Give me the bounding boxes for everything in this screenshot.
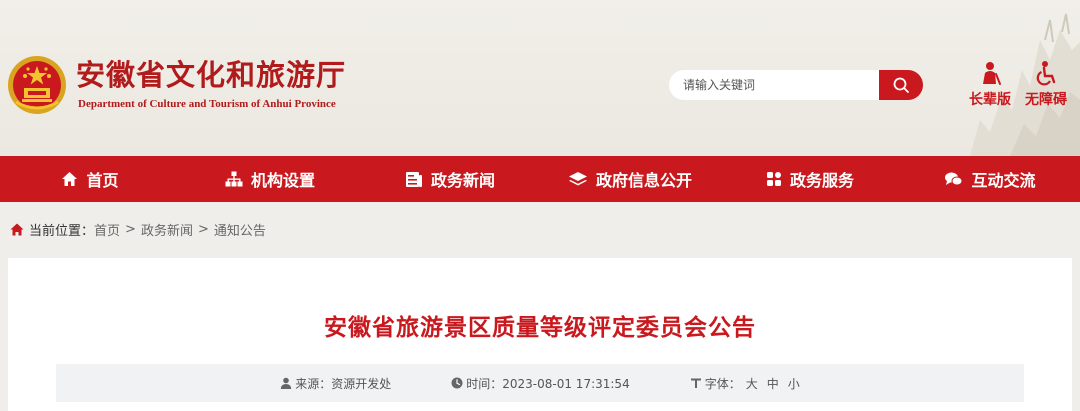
search-box xyxy=(669,70,923,100)
wheelchair-icon xyxy=(1036,61,1056,86)
site-header: 安徽省文化和旅游厅 Department of Culture and Tour… xyxy=(0,0,1080,156)
elder-mode-button[interactable]: 长辈版 xyxy=(960,60,1020,109)
breadcrumb-item-news[interactable]: 政务新闻 xyxy=(141,220,193,239)
clock-icon xyxy=(451,377,463,389)
news-icon xyxy=(405,171,422,187)
accessibility-button[interactable]: 无障碍 xyxy=(1016,60,1076,109)
search-icon xyxy=(893,77,909,93)
nav-item-label: 机构设置 xyxy=(250,171,315,190)
article-source: 来源：资源开发处 xyxy=(280,375,391,392)
home-icon xyxy=(62,172,78,186)
nav-item-label: 政府信息公开 xyxy=(595,171,692,190)
search-button[interactable] xyxy=(879,70,923,100)
nav-item-label: 首页 xyxy=(86,171,119,190)
org-chart-icon xyxy=(225,171,243,187)
home-icon xyxy=(10,223,24,235)
elder-icon xyxy=(983,62,1001,85)
nav-item-services[interactable]: 政务服务 xyxy=(720,156,900,202)
nav-item-news[interactable]: 政务新闻 xyxy=(360,156,540,202)
article-time-text: 时间：2023-08-01 17:31:54 xyxy=(466,376,630,391)
site-subtitle: Department of Culture and Tourism of Anh… xyxy=(78,98,336,110)
accessibility-label: 无障碍 xyxy=(1025,92,1067,108)
nav-item-label: 互动交流 xyxy=(971,171,1036,190)
nav-item-home[interactable]: 首页 xyxy=(0,156,180,202)
article-time: 时间：2023-08-01 17:31:54 xyxy=(451,375,630,392)
font-size-label: 字体： xyxy=(704,376,741,391)
article-source-text: 来源：资源开发处 xyxy=(295,376,392,391)
grid-icon xyxy=(766,172,781,186)
elder-mode-label: 长辈版 xyxy=(969,92,1011,108)
search-input[interactable] xyxy=(669,70,881,100)
breadcrumb-item-notices[interactable]: 通知公告 xyxy=(214,220,266,239)
article-title: 安徽省旅游景区质量等级评定委员会公告 xyxy=(324,315,756,341)
nav-item-organization[interactable]: 机构设置 xyxy=(180,156,360,202)
chat-icon xyxy=(945,172,963,186)
breadcrumb-separator: > xyxy=(197,221,209,237)
nav-item-interaction[interactable]: 互动交流 xyxy=(900,156,1080,202)
article-meta-bar: 来源：资源开发处 时间：2023-08-01 17:31:54 字体： 大 中 … xyxy=(56,364,1024,402)
nav-item-label: 政务服务 xyxy=(789,171,854,190)
breadcrumb-item-home[interactable]: 首页 xyxy=(94,220,120,239)
font-icon xyxy=(690,378,701,388)
site-title: 安徽省文化和旅游厅 xyxy=(76,58,347,92)
nav-item-label: 政务新闻 xyxy=(430,171,495,190)
layers-icon xyxy=(568,172,587,186)
main-nav: 首页 机构设置 政务新闻 政府信息公开 政务服务 互动交流 xyxy=(0,156,1080,202)
breadcrumb: 当前位置： 首页 > 政务新闻 > 通知公告 xyxy=(10,219,266,239)
breadcrumb-separator: > xyxy=(125,221,136,237)
font-size-small[interactable]: 小 xyxy=(788,375,800,392)
user-icon xyxy=(281,377,292,389)
breadcrumb-label: 当前位置： xyxy=(29,223,95,239)
font-size-control: 字体： 大 中 小 xyxy=(690,375,800,392)
nav-item-gov-info[interactable]: 政府信息公开 xyxy=(540,156,720,202)
national-emblem-icon xyxy=(8,56,66,114)
font-size-medium[interactable]: 中 xyxy=(767,375,779,392)
font-size-large[interactable]: 大 xyxy=(746,375,758,392)
article-container: 安徽省旅游景区质量等级评定委员会公告 来源：资源开发处 时间：2023-08-0… xyxy=(8,258,1072,411)
